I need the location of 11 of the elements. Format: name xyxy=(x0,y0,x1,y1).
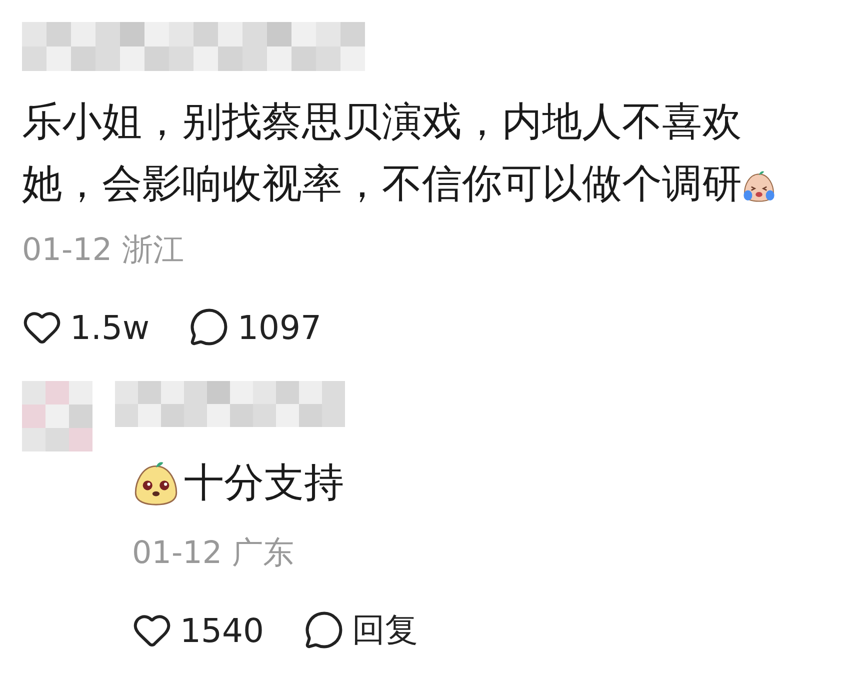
reply-button[interactable]: 1097 xyxy=(189,307,322,347)
reply-date-location: 01-12 广东 xyxy=(132,534,295,572)
crying-face-icon xyxy=(742,169,776,203)
reply-button[interactable]: 回复 xyxy=(304,608,418,652)
comment-icon xyxy=(304,610,344,650)
comment-icon xyxy=(189,307,230,347)
comment-text: 乐小姐，别找蔡思贝演戏，内地人不喜欢她，会影响收视率，不信你可以做个调研 xyxy=(22,99,742,207)
comment-date-location: 01-12 浙江 xyxy=(22,231,185,270)
like-button[interactable]: 1.5w xyxy=(22,307,150,347)
like-button[interactable]: 1540 xyxy=(132,610,264,650)
reply-text: 十分支持 xyxy=(184,458,344,508)
